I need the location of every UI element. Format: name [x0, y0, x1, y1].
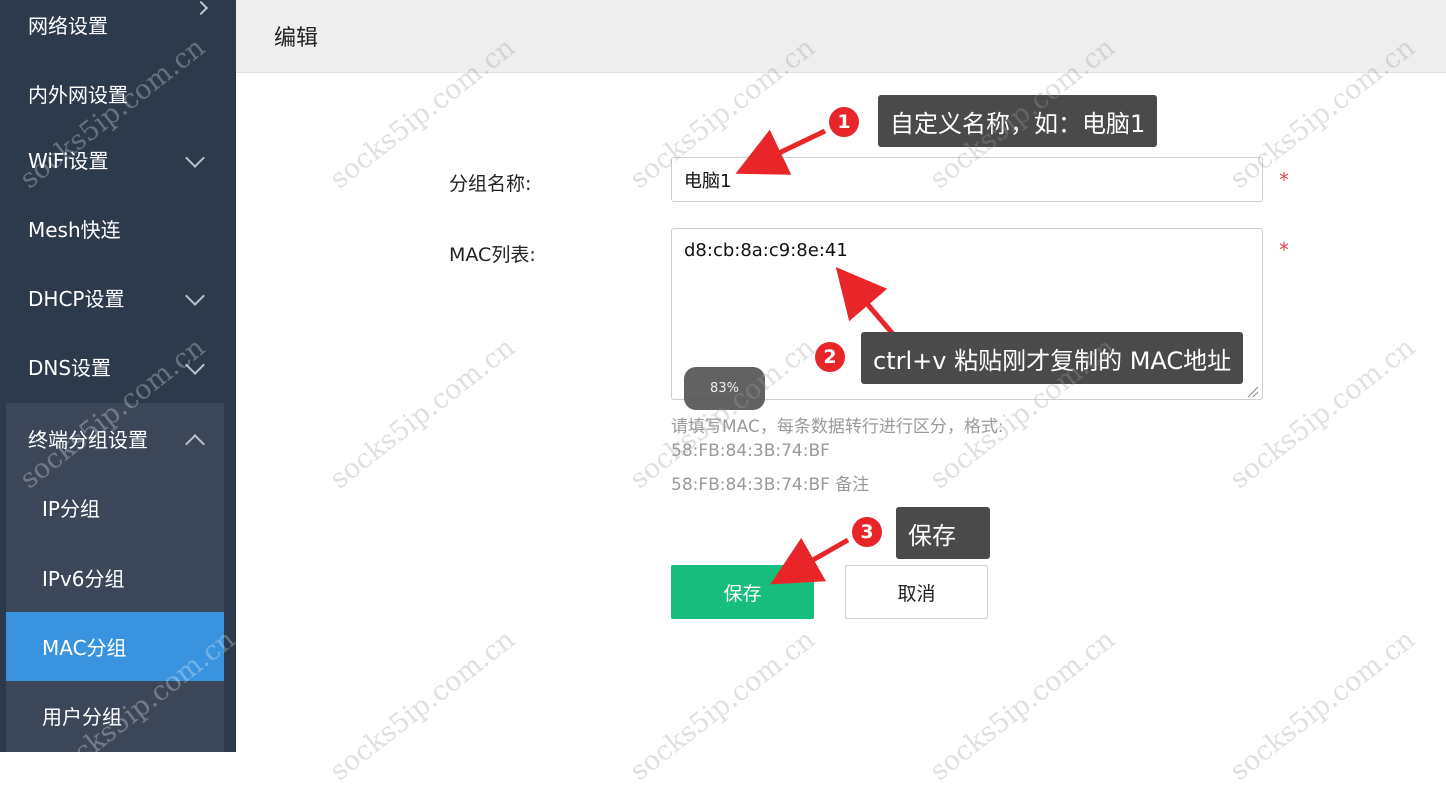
annotation-callout-3: 保存 [896, 507, 990, 559]
group-name-label: 分组名称: [449, 173, 532, 195]
watermark: socks5ip.com.cn [324, 623, 521, 787]
sidebar-item-label: WiFi设置 [28, 149, 109, 173]
mac-format-example-with-note: 58:FB:84:3B:74:BF 备注 [671, 475, 870, 495]
sidebar-item-label: 内外网设置 [28, 83, 128, 107]
sidebar-item-ipv6-group[interactable]: IPv6分组 [0, 543, 224, 612]
sidebar-item-label: 终端分组设置 [28, 428, 148, 452]
sidebar-item-mesh[interactable]: Mesh快连 [0, 194, 224, 263]
mac-format-hint: 请填写MAC，每条数据转行进行区分，格式: [671, 417, 1004, 437]
sidebar-item-label: DNS设置 [28, 356, 112, 380]
page-title: 编辑 [274, 26, 319, 51]
chevron-down-icon [185, 354, 205, 375]
sidebar-item-label: 用户分组 [42, 705, 122, 729]
chevron-icon [193, 0, 209, 15]
watermark: socks5ip.com.cn [924, 623, 1121, 787]
sidebar-item-ip-group[interactable]: IP分组 [0, 473, 224, 542]
sidebar-item-label: IPv6分组 [42, 567, 125, 591]
page-header: 编辑 [236, 0, 1446, 73]
watermark: socks5ip.com.cn [324, 331, 521, 496]
annotation-badge-3: 3 [850, 515, 884, 549]
save-button[interactable]: 保存 [671, 565, 814, 619]
sidebar-item-label: Mesh快连 [28, 218, 121, 242]
chevron-up-icon [185, 433, 205, 454]
annotation-callout-1: 自定义名称，如：电脑1 [878, 95, 1158, 147]
mac-list-label: MAC列表: [449, 244, 536, 266]
sidebar: 网络设置 内外网设置 WiFi设置 Mesh快连 DHCP设置 DNS设置 终端… [0, 0, 236, 752]
group-name-input[interactable] [671, 157, 1263, 202]
annotation-badge-1: 1 [827, 105, 861, 139]
annotation-badge-2: 2 [813, 340, 847, 374]
required-mark: * [1279, 168, 1289, 192]
zoom-indicator: 83% [684, 367, 765, 410]
sidebar-item-wifi-settings[interactable]: WiFi设置 [0, 125, 224, 194]
sidebar-item-label: IP分组 [42, 497, 100, 521]
watermark: socks5ip.com.cn [624, 623, 821, 787]
chevron-down-icon [185, 285, 205, 306]
sidebar-item-label: MAC分组 [42, 636, 127, 660]
mac-format-example: 58:FB:84:3B:74:BF [671, 441, 830, 461]
sidebar-item-dhcp-settings[interactable]: DHCP设置 [0, 263, 224, 332]
annotation-callout-2: ctrl+v 粘贴刚才复制的 MAC地址 [861, 332, 1244, 384]
sidebar-item-mac-group[interactable]: MAC分组 [6, 612, 224, 681]
resize-handle-icon[interactable] [1245, 384, 1259, 398]
sidebar-item-network-settings[interactable]: 网络设置 [0, 0, 224, 59]
sidebar-item-user-group[interactable]: 用户分组 [0, 681, 224, 750]
sidebar-item-terminal-group-settings[interactable]: 终端分组设置 [0, 404, 224, 473]
sidebar-item-label: DHCP设置 [28, 287, 125, 311]
cancel-button[interactable]: 取消 [845, 565, 988, 619]
sidebar-item-inner-outer-network[interactable]: 内外网设置 [0, 59, 224, 128]
sidebar-item-dns-settings[interactable]: DNS设置 [0, 332, 224, 401]
required-mark: * [1279, 238, 1289, 262]
chevron-down-icon [185, 147, 205, 168]
sidebar-item-label: 网络设置 [28, 14, 108, 38]
watermark: socks5ip.com.cn [1224, 623, 1421, 787]
